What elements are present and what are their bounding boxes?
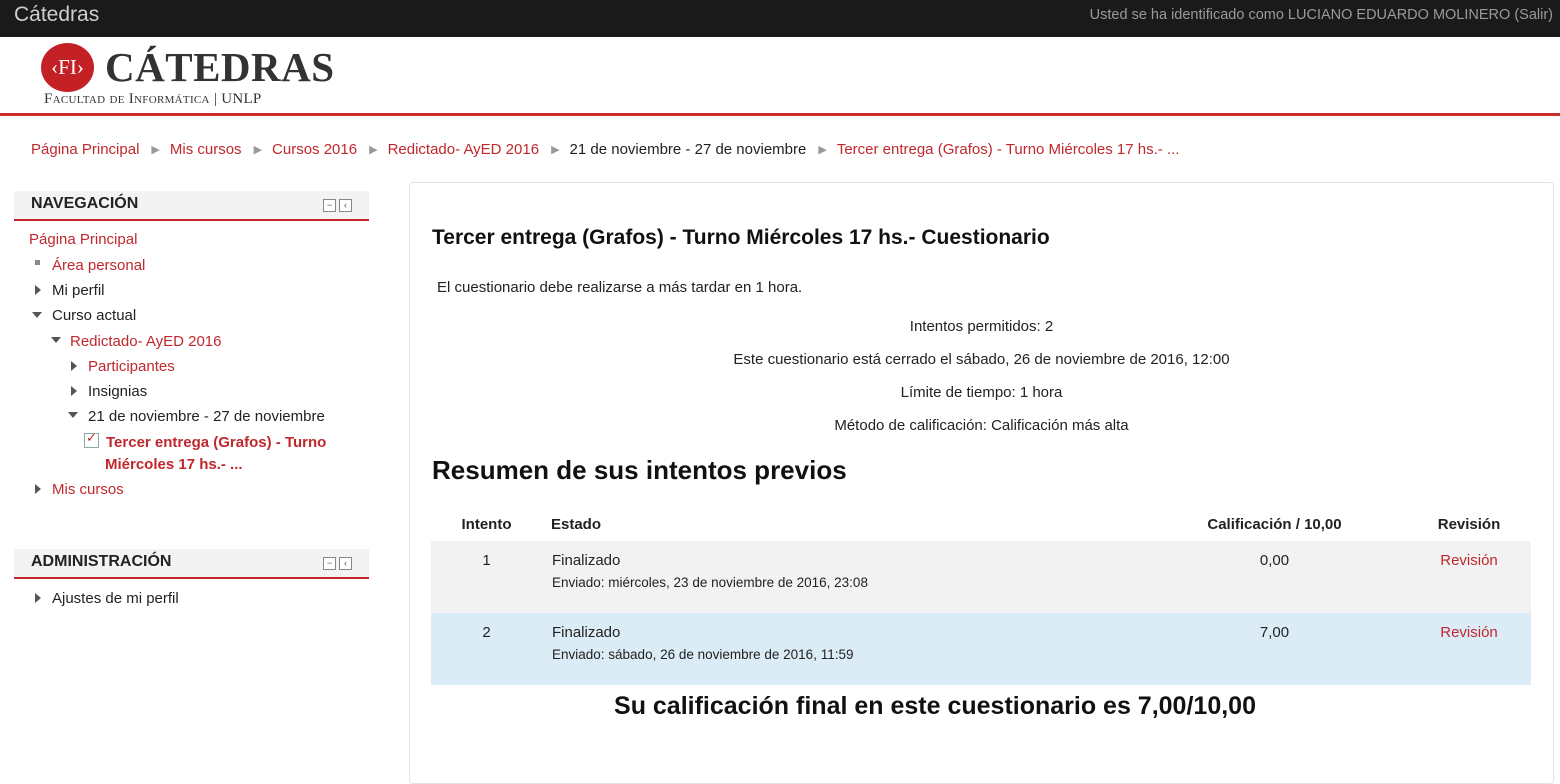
- attempt-state: Finalizado: [552, 552, 621, 569]
- attempt-number: 1: [431, 541, 542, 613]
- expand-arrow-icon[interactable]: [35, 285, 41, 295]
- expand-arrow-icon[interactable]: [35, 484, 41, 494]
- nav-item-home[interactable]: Página Principal: [29, 231, 137, 248]
- bullet-icon: [35, 260, 40, 265]
- attempt-state-cell: Finalizado Enviado: sábado, 26 de noviem…: [542, 613, 1142, 685]
- col-header-state: Estado: [551, 516, 602, 533]
- breadcrumb-separator-icon: ▶: [369, 144, 378, 156]
- collapse-arrow-icon[interactable]: [68, 412, 78, 418]
- table-row: 1 Finalizado Enviado: miércoles, 23 de n…: [431, 541, 1531, 613]
- attempts-allowed: Intentos permitidos: 2: [909, 318, 1054, 335]
- dock-icon[interactable]: ‹: [339, 199, 352, 212]
- nav-item-quiz-line2[interactable]: Miércoles 17 hs.- ...: [105, 456, 243, 473]
- attempt-grade: 7,00: [1142, 613, 1407, 685]
- quiz-close-date: Este cuestionario está cerrado el sábado…: [733, 351, 1230, 368]
- col-header-attempt: Intento: [461, 516, 512, 533]
- col-header-grade: Calificación / 10,00: [1207, 516, 1342, 533]
- breadcrumb-separator-icon: ▶: [151, 144, 160, 156]
- collapse-arrow-icon[interactable]: [32, 312, 42, 318]
- collapse-arrow-icon[interactable]: [51, 337, 61, 343]
- nav-item-profile[interactable]: Mi perfil: [52, 282, 105, 299]
- expand-arrow-icon[interactable]: [71, 361, 77, 371]
- attempt-number: 2: [431, 613, 542, 685]
- attempt-submitted: Enviado: miércoles, 23 de noviembre de 2…: [552, 575, 868, 590]
- attempt-submitted: Enviado: sábado, 26 de noviembre de 2016…: [552, 647, 854, 662]
- table-header-row: Intento Estado Calificación / 10,00 Revi…: [431, 508, 1531, 541]
- collapse-icon[interactable]: −: [323, 199, 336, 212]
- expand-arrow-icon[interactable]: [71, 386, 77, 396]
- time-limit: Límite de tiempo: 1 hora: [900, 384, 1063, 401]
- navigation-block-title: NAVEGACIÓN: [31, 195, 139, 212]
- quiz-icon: ✓: [84, 430, 99, 448]
- attempts-table: Intento Estado Calificación / 10,00 Revi…: [431, 508, 1531, 685]
- breadcrumb-course[interactable]: Redictado- AyED 2016: [388, 141, 540, 158]
- breadcrumb: Página Principal ▶ Mis cursos ▶ Cursos 2016 ▶…: [31, 141, 1179, 158]
- nav-item-personal-area[interactable]: Área personal: [52, 257, 145, 274]
- breadcrumb-courses-2016[interactable]: Cursos 2016: [272, 141, 357, 158]
- final-grade: Su calificación final en este cuestionar…: [614, 692, 1256, 720]
- breadcrumb-home[interactable]: Página Principal: [31, 141, 139, 158]
- nav-item-profile-settings[interactable]: Ajustes de mi perfil: [52, 590, 179, 607]
- attempt-state-cell: Finalizado Enviado: miércoles, 23 de nov…: [542, 541, 1142, 613]
- expand-arrow-icon[interactable]: [35, 593, 41, 603]
- navigation-block-header: NAVEGACIÓN − ‹: [14, 191, 369, 221]
- quiz-intro: El cuestionario debe realizarse a más ta…: [437, 279, 803, 296]
- breadcrumb-separator-icon: ▶: [818, 144, 827, 156]
- grading-method: Método de calificación: Calificación más…: [834, 417, 1129, 434]
- nav-item-course[interactable]: Redictado- AyED 2016: [70, 333, 222, 350]
- review-cell: Revisión: [1407, 613, 1531, 685]
- logo-subtitle: Facultad de Informática | UNLP: [44, 91, 262, 107]
- review-cell: Revisión: [1407, 541, 1531, 613]
- breadcrumb-quiz[interactable]: Tercer entrega (Grafos) - Turno Miércole…: [837, 141, 1180, 158]
- top-navbar: Cátedras Usted se ha identificado como L…: [0, 0, 1560, 37]
- nav-item-week[interactable]: 21 de noviembre - 27 de noviembre: [88, 408, 325, 425]
- breadcrumb-my-courses[interactable]: Mis cursos: [170, 141, 242, 158]
- col-header-review: Revisión: [1437, 516, 1501, 533]
- main-content: Tercer entrega (Grafos) - Turno Miércole…: [409, 182, 1554, 784]
- administration-block-header: ADMINISTRACIÓN − ‹: [14, 549, 369, 579]
- nav-item-my-courses[interactable]: Mis cursos: [52, 481, 124, 498]
- summary-heading: Resumen de sus intentos previos: [432, 455, 847, 485]
- site-header: ‹FI› CÁTEDRAS Facultad de Informática | …: [0, 37, 1560, 116]
- administration-block-title: ADMINISTRACIÓN: [31, 553, 172, 570]
- attempt-state: Finalizado: [552, 624, 621, 641]
- attempt-grade: 0,00: [1142, 541, 1407, 613]
- nav-item-quiz-line1[interactable]: Tercer entrega (Grafos) - Turno: [106, 434, 326, 451]
- review-link[interactable]: Revisión: [1440, 624, 1498, 641]
- breadcrumb-separator-icon: ▶: [253, 144, 263, 156]
- breadcrumb-separator-icon: ▶: [551, 144, 560, 156]
- logo-title[interactable]: CÁTEDRAS: [105, 43, 335, 91]
- breadcrumb-week: 21 de noviembre - 27 de noviembre: [569, 141, 807, 158]
- nav-item-participants[interactable]: Participantes: [88, 358, 175, 375]
- login-info[interactable]: Usted se ha identificado como LUCIANO ED…: [1090, 7, 1553, 23]
- administration-block: ADMINISTRACIÓN − ‹: [14, 549, 369, 619]
- quiz-title: Tercer entrega (Grafos) - Turno Miércole…: [432, 226, 1050, 249]
- nav-item-current-course[interactable]: Curso actual: [52, 307, 136, 324]
- dock-icon[interactable]: ‹: [339, 557, 352, 570]
- fi-logo-icon[interactable]: ‹FI›: [41, 43, 94, 92]
- review-link[interactable]: Revisión: [1440, 552, 1498, 569]
- collapse-icon[interactable]: −: [323, 557, 336, 570]
- table-row: 2 Finalizado Enviado: sábado, 26 de novi…: [431, 613, 1531, 685]
- nav-item-badges[interactable]: Insignias: [88, 383, 147, 400]
- site-brand-link[interactable]: Cátedras: [14, 3, 99, 27]
